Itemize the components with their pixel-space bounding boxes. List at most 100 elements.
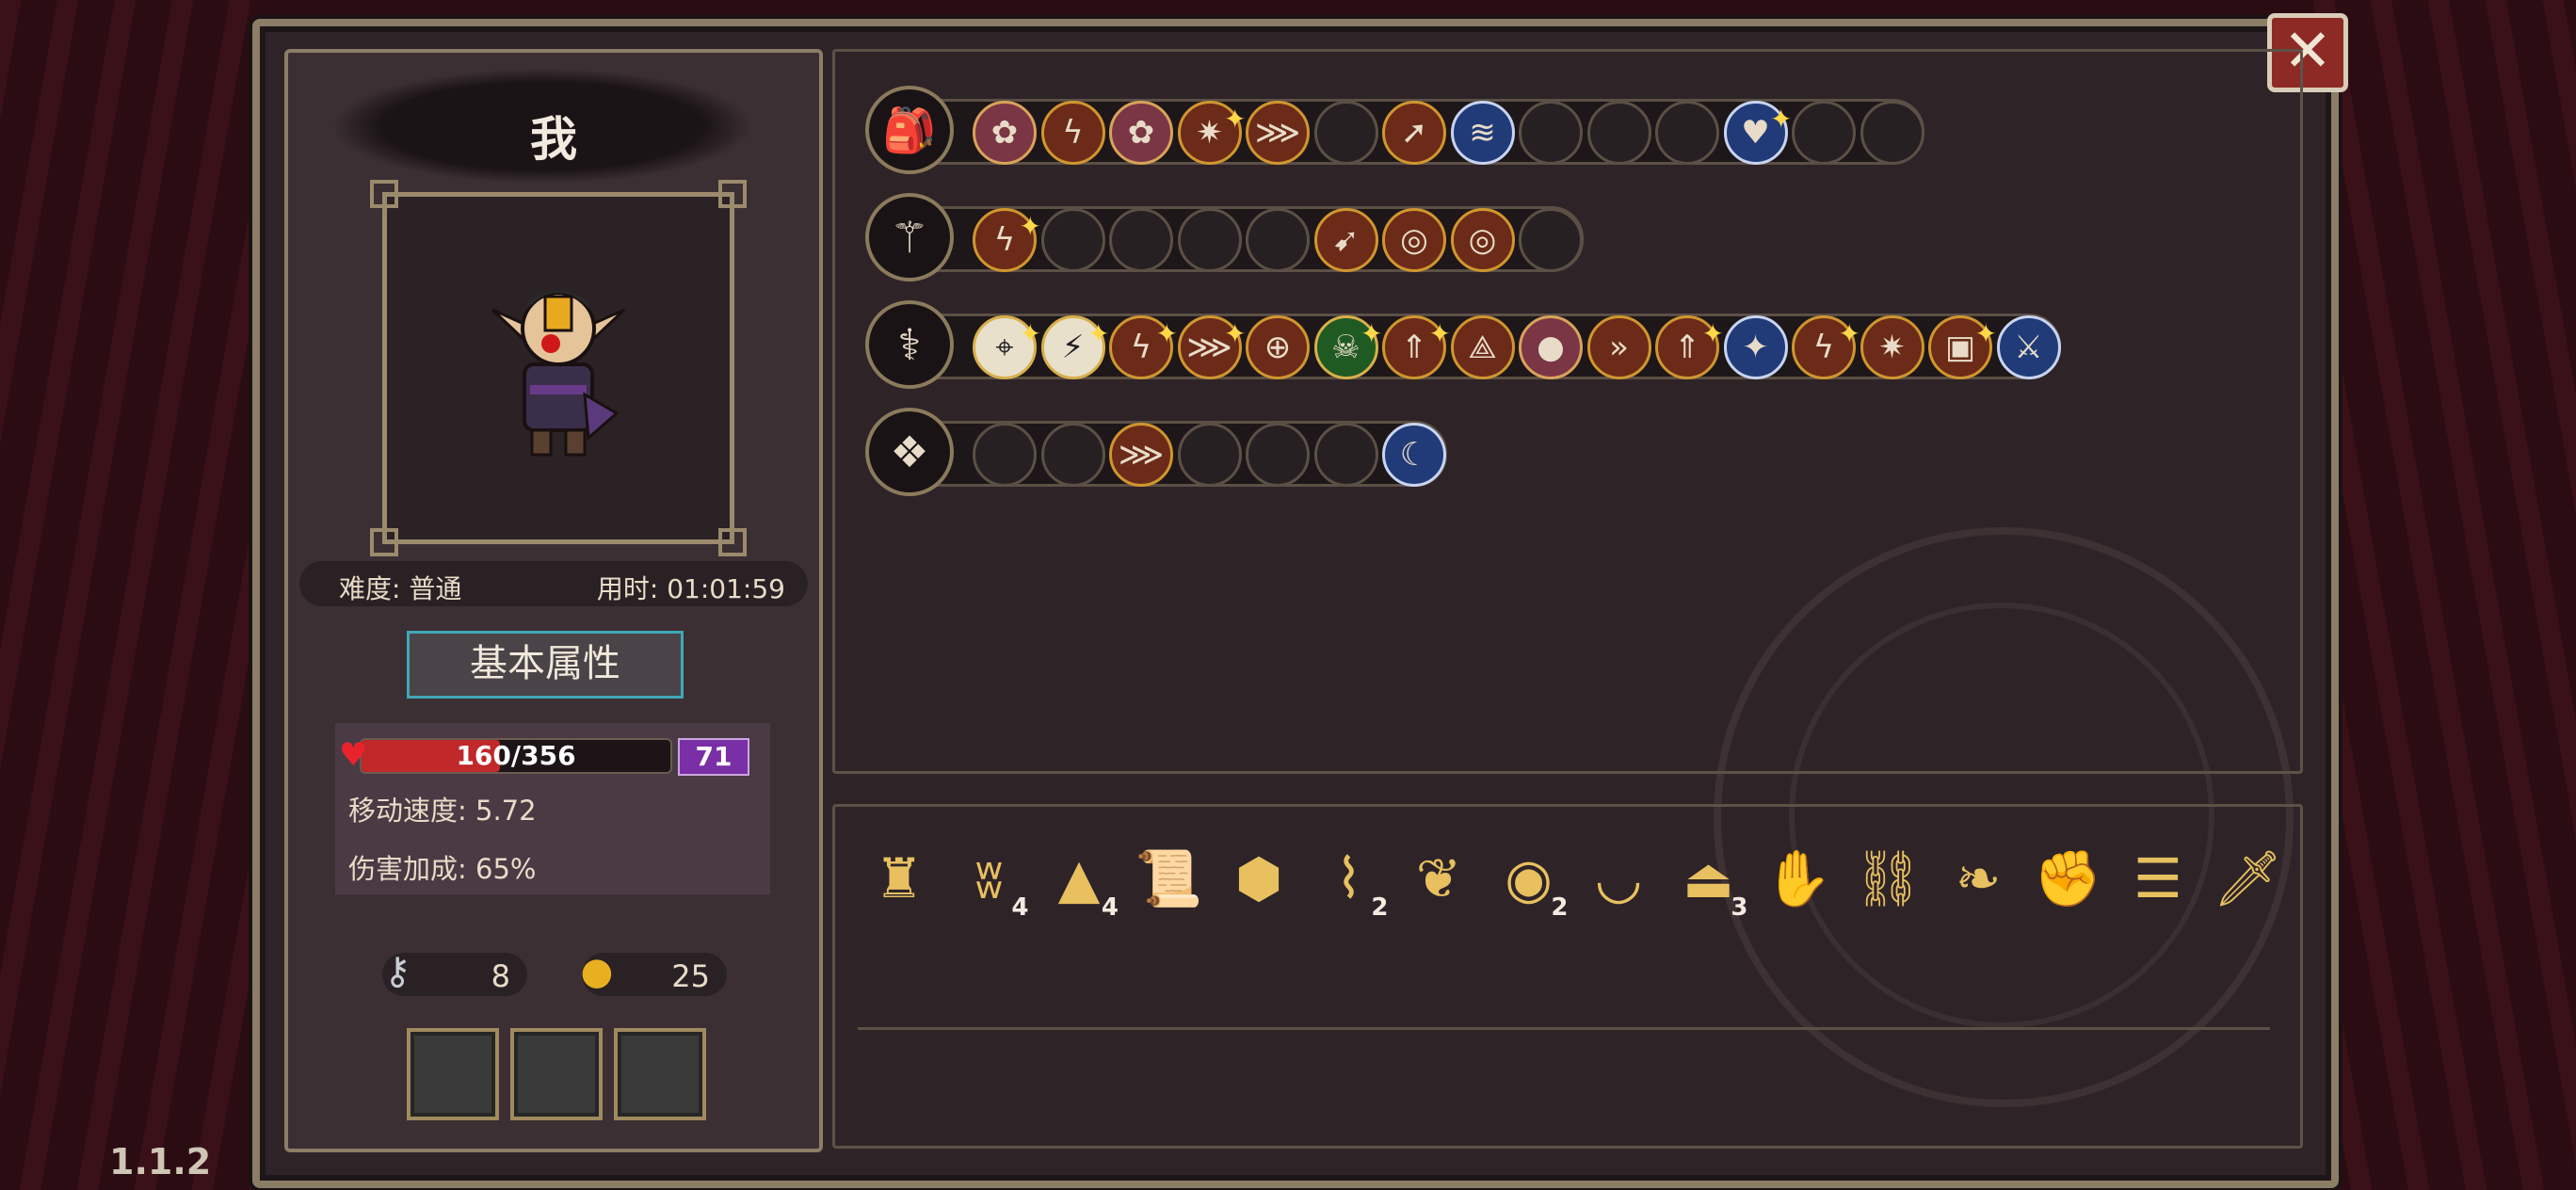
key-count: 8 <box>491 958 510 994</box>
splash-icon[interactable]: ≋ <box>1450 101 1515 165</box>
lightning-icon[interactable]: ϟ <box>1040 101 1105 165</box>
shell-icon[interactable]: ❦ <box>1401 841 1476 916</box>
empty-slot-icon[interactable] <box>1177 208 1242 272</box>
item-count: 3 <box>1731 893 1748 922</box>
item-glyph: 🗡 <box>2213 846 2283 910</box>
empty-slot-icon[interactable] <box>973 423 1037 487</box>
gauntlet-icon[interactable]: ✊ <box>2031 841 2106 916</box>
empty-slot-icon[interactable] <box>1246 423 1310 487</box>
backpack-icon[interactable]: 🎒 <box>865 86 954 174</box>
item-glyph: ⬢ <box>1234 846 1283 910</box>
trident-icon[interactable]: ⟁ <box>1450 315 1515 379</box>
divider <box>858 1027 2270 1030</box>
empty-slot-icon[interactable] <box>1655 101 1719 165</box>
arrow-up-icon[interactable]: ⇑ <box>1655 305 1724 379</box>
equipment-slot[interactable] <box>510 1028 603 1120</box>
character-name: 我 <box>530 112 577 167</box>
empty-slot-icon[interactable] <box>1177 423 1242 487</box>
empty-slot-icon[interactable] <box>1792 101 1856 165</box>
mouse-icon[interactable]: ⌖ <box>973 305 1041 379</box>
key-icon: ⚷ <box>383 950 411 993</box>
equipment-slot[interactable] <box>407 1028 499 1120</box>
idol-icon[interactable]: ♜ <box>861 841 937 916</box>
crosshair-icon[interactable]: ⊕ <box>1246 315 1310 379</box>
rocket-icon[interactable]: ➹ <box>1313 208 1378 272</box>
claw-icon[interactable]: ⋙ <box>1246 101 1310 165</box>
skills-panel: 🎒✿ϟ✿✷⋙➚≋♥⚚ϟ➹◎◎⚕⌖⚡ϟ⋙⊕☠⇑⟁●»⇑✦ϟ✷▣⚔❖⋙☾ <box>832 49 2303 774</box>
empty-slot-icon[interactable] <box>1040 423 1105 487</box>
item-count: 2 <box>1551 893 1569 922</box>
claw-icon[interactable]: ⋙ <box>1177 305 1247 379</box>
item-glyph: 📜 <box>1135 846 1203 910</box>
belt-icon[interactable]: ◡ <box>1581 841 1656 916</box>
slash-icon[interactable]: ⚔ <box>1996 315 2061 379</box>
item-glyph: ⏏ <box>1682 846 1734 910</box>
item-glyph: ʬ <box>974 846 1004 910</box>
hp-bar: 160/356 <box>360 738 672 774</box>
chest-icon[interactable]: ▣ <box>1928 305 1997 379</box>
lightning-icon[interactable]: ϟ <box>973 198 1041 272</box>
lotus-icon[interactable]: ✿ <box>1109 101 1173 165</box>
burst-icon[interactable]: ✷ <box>1177 90 1247 165</box>
bone-icon[interactable]: ⌇ 2 <box>1312 841 1388 920</box>
arrow-up-icon[interactable]: ➚ <box>1382 101 1446 165</box>
dice-icon[interactable]: ⬢ <box>1221 841 1296 916</box>
shield-heart-icon[interactable]: ♥ <box>1723 90 1793 165</box>
meat-icon[interactable]: ● <box>1519 315 1583 379</box>
portrait-corner <box>370 528 398 556</box>
teeth-icon[interactable]: ʬ4 <box>952 841 1029 920</box>
crystal-icon[interactable]: ❖ <box>865 408 954 496</box>
target-icon[interactable]: ◎ <box>1382 208 1446 272</box>
eye-icon[interactable]: ◉ 2 <box>1491 841 1568 920</box>
empty-slot-icon[interactable] <box>1040 208 1105 272</box>
sword-icon[interactable]: 🗡 <box>2211 841 2286 916</box>
wand-icon[interactable]: ⚕ <box>865 300 954 389</box>
character-portrait <box>370 180 747 556</box>
item-glyph: ☰ <box>2133 846 2182 910</box>
empty-slot-icon[interactable] <box>1313 423 1378 487</box>
portrait-corner <box>718 528 747 556</box>
empty-slot-icon[interactable] <box>1109 208 1173 272</box>
sparkle-icon[interactable]: ✦ <box>1723 315 1788 379</box>
empty-slot-icon[interactable] <box>1586 101 1651 165</box>
item-glyph: ♜ <box>875 846 924 910</box>
scroll-icon[interactable]: 📜 <box>1132 841 1207 916</box>
empty-slot-icon[interactable] <box>1246 208 1310 272</box>
version-label: 1.1.2 <box>109 1141 212 1182</box>
shield-value: 71 <box>678 738 749 776</box>
damage-bonus: 伤害加成: 65% <box>348 853 537 885</box>
empty-slot-icon[interactable] <box>1519 101 1583 165</box>
card-icon[interactable]: ⚡ <box>1040 305 1110 379</box>
empty-slot-icon[interactable] <box>1860 101 1924 165</box>
item-glyph: ✊ <box>2034 846 2102 910</box>
chain-icon[interactable]: ⛓ <box>1851 841 1926 916</box>
item-count: 4 <box>1011 893 1029 922</box>
basic-attributes-button[interactable]: 基本属性 <box>407 631 684 699</box>
elapsed-time: 用时: 01:01:59 <box>596 573 785 604</box>
equipment-slot[interactable] <box>614 1028 706 1120</box>
hp-text: 160/356 <box>456 740 576 771</box>
blade-icon[interactable]: ☾ <box>1382 423 1446 487</box>
lotus-icon[interactable]: ✿ <box>973 101 1037 165</box>
chevrons-icon[interactable]: » <box>1586 315 1651 379</box>
glove-icon[interactable]: ✋ <box>1761 841 1836 916</box>
empty-slot-icon[interactable] <box>1519 208 1583 272</box>
arrow-up-icon[interactable]: ⇑ <box>1382 305 1451 379</box>
ribcage-icon[interactable]: ☰ <box>2120 841 2196 916</box>
target-icon[interactable]: ◎ <box>1450 208 1515 272</box>
heart-icon: ♥ <box>339 736 368 774</box>
feather-icon[interactable]: ❧ <box>1940 841 2016 916</box>
skull-icon[interactable]: ☠ <box>1313 305 1383 379</box>
staff-icon[interactable]: ⚚ <box>865 193 954 281</box>
claw-icon[interactable]: ⋙ <box>1109 423 1173 487</box>
lightning-icon[interactable]: ϟ <box>1109 305 1178 379</box>
item-glyph: ▲ <box>1057 846 1101 910</box>
lightning-icon[interactable]: ϟ <box>1792 305 1860 379</box>
burst-icon[interactable]: ✷ <box>1860 315 1924 379</box>
move-speed: 移动速度: 5.72 <box>348 795 537 827</box>
cloak-icon[interactable]: ⏏ 3 <box>1671 841 1747 920</box>
coin-icon: ● <box>580 950 614 993</box>
character-sprite <box>491 291 626 457</box>
empty-slot-icon[interactable] <box>1313 101 1378 165</box>
wizard-hat-icon[interactable]: ▲ 4 <box>1041 841 1119 920</box>
